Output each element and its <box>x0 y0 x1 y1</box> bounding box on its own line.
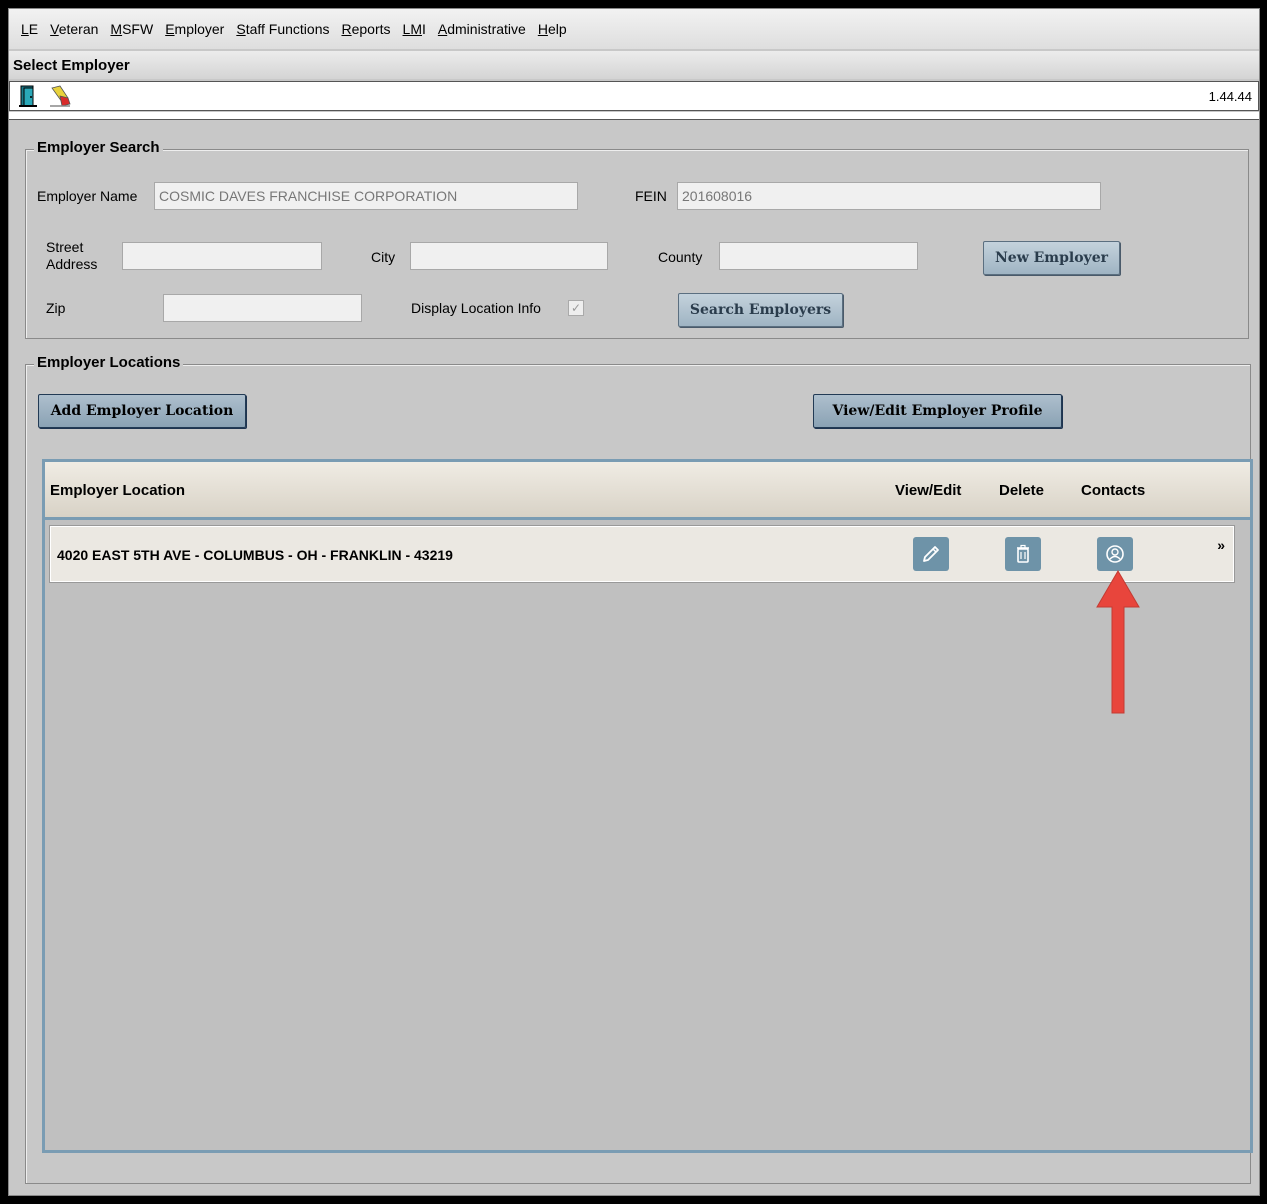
employer-locations-grid: Employer Location View/Edit Delete Conta… <box>42 459 1253 1153</box>
street-address-field[interactable] <box>122 242 322 270</box>
county-field[interactable] <box>719 242 918 270</box>
row-expand-icon[interactable]: » <box>1217 537 1225 553</box>
menu-item-help[interactable]: Help <box>538 21 567 37</box>
display-location-info-label: Display Location Info <box>411 300 541 316</box>
toolbar: 1.44.44 <box>9 81 1259 111</box>
app-window: LE Veteran MSFW Employer Staff Functions Repo… <box>8 8 1260 1196</box>
city-label: City <box>371 249 396 265</box>
delete-button[interactable] <box>1005 537 1041 571</box>
table-row[interactable]: 4020 EAST 5TH AVE - COLUMBUS - OH - FRAN… <box>49 525 1235 583</box>
column-header-location: Employer Location <box>50 482 186 499</box>
toolbar-divider <box>9 112 1259 120</box>
grid-header: Employer Location View/Edit Delete Conta… <box>45 462 1250 520</box>
employer-name-field[interactable] <box>154 182 578 210</box>
menu-item-le[interactable]: LE <box>21 21 38 37</box>
display-location-info-checkbox[interactable]: ✓ <box>568 300 584 316</box>
new-employer-button[interactable]: New Employer <box>983 241 1120 275</box>
search-employers-button[interactable]: Search Employers <box>678 293 843 327</box>
view-edit-button[interactable] <box>913 537 949 571</box>
employer-search-legend: Employer Search <box>34 139 163 156</box>
window-title: Select Employer <box>9 51 1259 79</box>
employer-search-group: Employer Search Employer Name FEIN Stree… <box>25 139 1249 339</box>
menu-item-lmi[interactable]: LMI <box>403 21 426 37</box>
contact-person-icon <box>1106 545 1124 563</box>
employer-locations-legend: Employer Locations <box>34 354 184 371</box>
employer-location-address: 4020 EAST 5TH AVE - COLUMBUS - OH - FRAN… <box>57 547 453 563</box>
trash-icon <box>1017 544 1029 563</box>
add-employer-location-button[interactable]: Add Employer Location <box>38 394 246 428</box>
street-address-label: Street Address <box>46 239 98 272</box>
menu-item-staff-functions[interactable]: Staff Functions <box>236 21 329 37</box>
eraser-clear-icon[interactable] <box>48 84 72 108</box>
red-arrow-annotation <box>1096 570 1140 714</box>
city-field[interactable] <box>410 242 608 270</box>
exit-door-icon[interactable] <box>18 84 42 108</box>
menu-item-reports[interactable]: Reports <box>341 21 390 37</box>
county-label: County <box>658 249 703 265</box>
menu-item-veteran[interactable]: Veteran <box>50 21 98 37</box>
contacts-button[interactable] <box>1097 537 1133 571</box>
pencil-icon <box>923 546 939 562</box>
column-header-delete: Delete <box>999 482 1045 499</box>
column-header-contacts: Contacts <box>1081 482 1146 499</box>
menu-bar: LE Veteran MSFW Employer Staff Functions Repo… <box>9 9 1259 49</box>
employer-name-label: Employer Name <box>37 188 138 204</box>
column-header-view-edit: View/Edit <box>895 482 962 499</box>
fein-label: FEIN <box>635 188 667 204</box>
zip-label: Zip <box>46 300 66 316</box>
menu-item-msfw[interactable]: MSFW <box>110 21 153 37</box>
version-label: 1.44.44 <box>1208 89 1252 104</box>
fein-field[interactable] <box>677 182 1101 210</box>
menu-item-employer[interactable]: Employer <box>165 21 224 37</box>
menu-item-administrative[interactable]: Administrative <box>438 21 526 37</box>
zip-field[interactable] <box>163 294 362 322</box>
view-edit-employer-profile-button[interactable]: View/Edit Employer Profile <box>813 394 1062 428</box>
